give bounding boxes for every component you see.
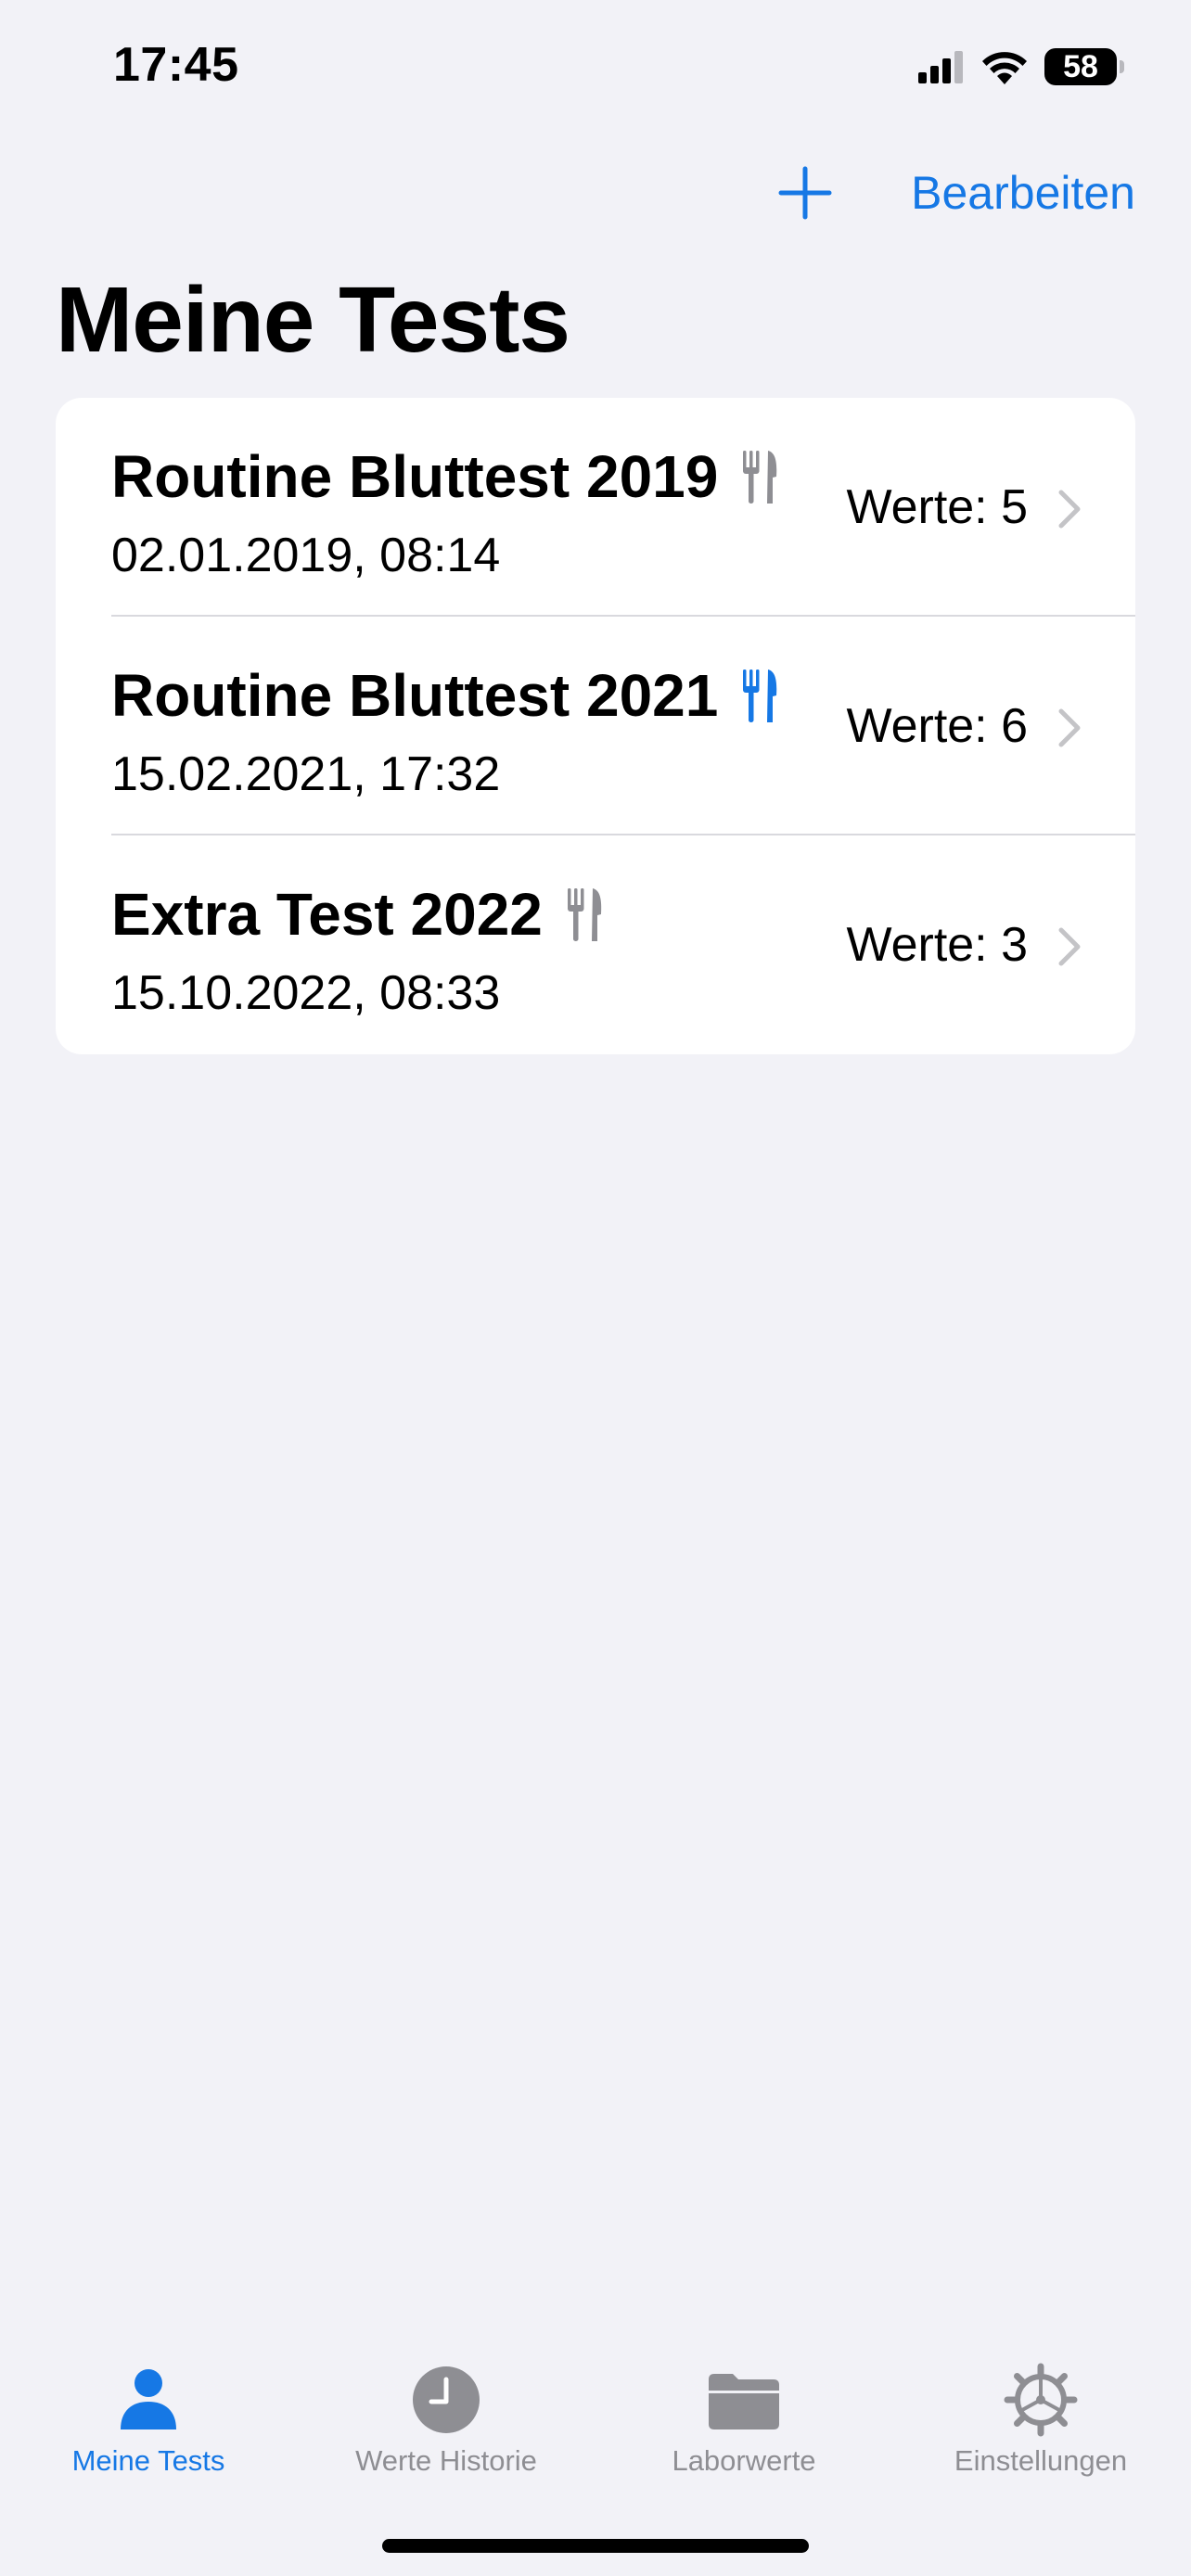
tab-meine-tests[interactable]: Meine Tests <box>9 2346 288 2494</box>
chevron-right-icon <box>1058 708 1081 747</box>
chevron-right-icon <box>1058 927 1081 966</box>
tests-list: Routine Bluttest 2019 02.01.2019, 08:14 … <box>56 398 1135 1054</box>
battery-icon: 58 <box>1044 48 1124 85</box>
tab-label: Laborwerte <box>672 2444 816 2477</box>
test-date: 15.10.2022, 08:33 <box>111 966 501 1020</box>
status-time: 17:45 <box>113 38 239 92</box>
row-title-line: Routine Bluttest 2021 <box>111 661 779 730</box>
fork-knife-icon <box>567 888 602 941</box>
tab-werte-historie[interactable]: Werte Historie <box>307 2346 585 2494</box>
plus-icon <box>778 166 832 220</box>
signal-icon <box>918 51 963 83</box>
tab-einstellungen[interactable]: Einstellungen <box>902 2346 1180 2494</box>
row-title-line: Routine Bluttest 2019 <box>111 442 779 511</box>
test-value-count: Werte: 3 <box>846 918 1028 972</box>
test-date: 02.01.2019, 08:14 <box>111 529 501 582</box>
add-test-button[interactable] <box>775 163 835 223</box>
status-icons: 58 <box>918 45 1124 89</box>
page-title: Meine Tests <box>56 268 570 372</box>
test-title: Routine Bluttest 2021 <box>111 662 719 729</box>
clock-icon <box>413 2366 480 2433</box>
battery-level: 58 <box>1063 48 1098 84</box>
gear-icon <box>1004 2363 1078 2437</box>
folder-icon <box>709 2374 779 2429</box>
row-title-line: Extra Test 2022 <box>111 880 604 949</box>
test-row[interactable]: Routine Bluttest 2021 15.02.2021, 17:32 … <box>56 617 1135 835</box>
tab-label: Einstellungen <box>954 2444 1128 2477</box>
tab-bar: Meine Tests Werte Historie Laborwerte Ei… <box>0 2346 1191 2494</box>
test-title: Routine Bluttest 2019 <box>111 443 719 510</box>
fork-knife-icon <box>743 451 777 504</box>
home-indicator[interactable] <box>382 2539 809 2553</box>
battery-cap <box>1120 60 1124 73</box>
test-value-count: Werte: 5 <box>846 480 1028 534</box>
screen: 17:45 58 Bearbeiten Meine Tests Routine … <box>0 0 1191 2576</box>
test-value-count: Werte: 6 <box>846 699 1028 753</box>
edit-button[interactable]: Bearbeiten <box>911 163 1135 223</box>
chevron-right-icon <box>1058 490 1081 529</box>
fork-knife-icon <box>743 670 777 722</box>
tab-laborwerte[interactable]: Laborwerte <box>605 2346 883 2494</box>
person-icon <box>121 2369 176 2429</box>
wifi-icon <box>982 52 1027 84</box>
test-date: 15.02.2021, 17:32 <box>111 747 501 801</box>
test-row[interactable]: Extra Test 2022 15.10.2022, 08:33 Werte:… <box>56 835 1135 1054</box>
tab-label: Werte Historie <box>355 2444 537 2477</box>
tab-label: Meine Tests <box>71 2444 225 2477</box>
test-row[interactable]: Routine Bluttest 2019 02.01.2019, 08:14 … <box>56 398 1135 617</box>
test-title: Extra Test 2022 <box>111 881 543 948</box>
